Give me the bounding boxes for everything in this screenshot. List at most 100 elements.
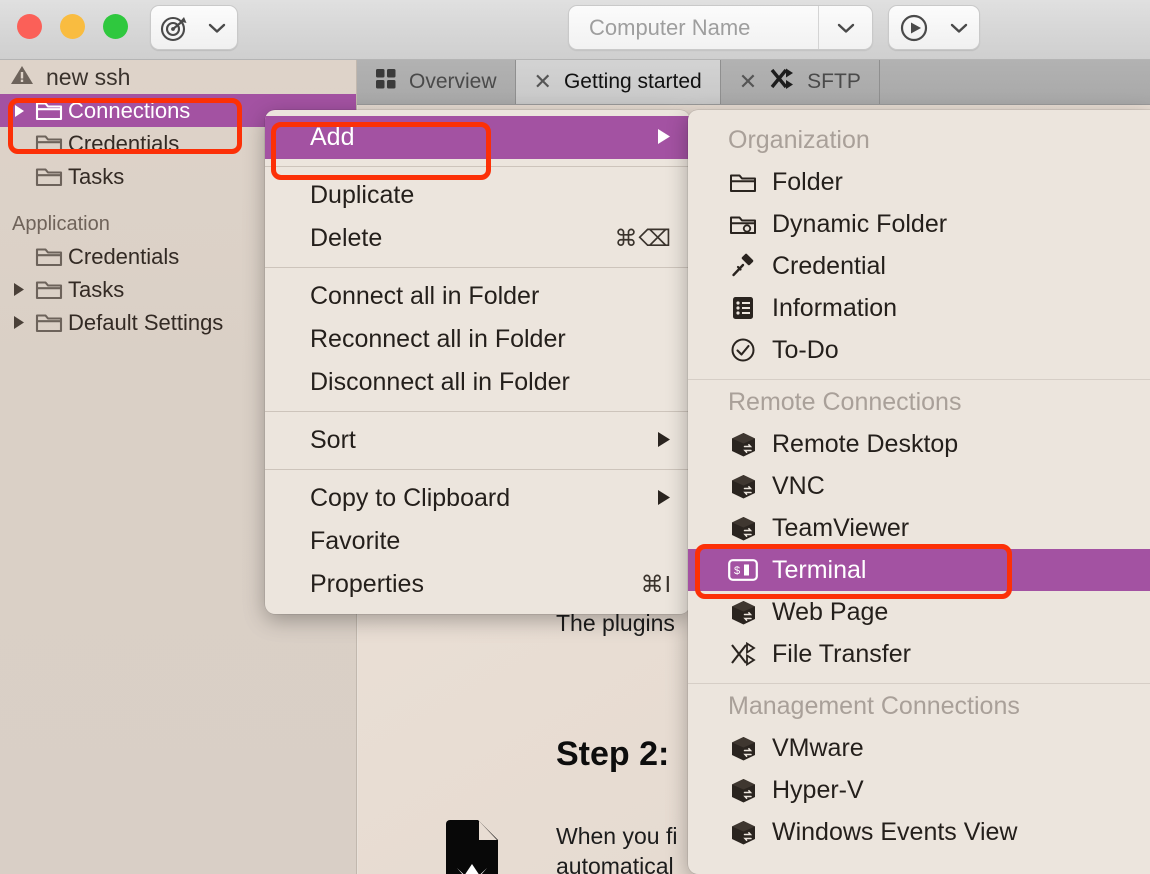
submenu-item-label: Terminal (772, 555, 867, 584)
title-bar: Computer Name (0, 0, 1150, 60)
close-icon[interactable]: ✕ (534, 71, 552, 93)
context-menu-item-label: Add (310, 123, 355, 151)
sidebar-item-label: Credentials (68, 130, 180, 156)
chevron-down-icon (198, 6, 237, 49)
submenu-item-label: VMware (772, 733, 864, 762)
submenu-item-to-do[interactable]: To-Do (688, 329, 1150, 371)
app-window: Computer Name new ssh Connections Creden… (0, 0, 1150, 874)
submenu-item-label: TeamViewer (772, 513, 910, 542)
submenu-item-credential[interactable]: Credential (688, 245, 1150, 287)
submenu-item-label: Web Page (772, 597, 889, 626)
submenu-item-vnc[interactable]: VNC (688, 465, 1150, 507)
context-menu-item-copy-to-clipboard[interactable]: Copy to Clipboard (265, 477, 690, 520)
information-icon (728, 295, 758, 321)
close-icon[interactable]: ✕ (739, 71, 757, 93)
grid-icon (375, 68, 397, 96)
computer-name-field[interactable]: Computer Name (568, 5, 873, 50)
folder-icon (728, 171, 758, 194)
submenu-separator (688, 379, 1150, 380)
submenu-item-label: File Transfer (772, 639, 911, 668)
submenu-section-header-remote: Remote Connections (728, 388, 962, 416)
cube-icon (728, 599, 758, 626)
submenu-separator (688, 683, 1150, 684)
context-menu-item-properties[interactable]: Properties ⌘I (265, 563, 690, 606)
close-button[interactable] (17, 14, 42, 39)
dynamic-folder-icon (728, 213, 758, 236)
play-circle-icon (889, 6, 939, 49)
submenu-item-label: Information (772, 293, 898, 322)
content-step-heading: Step 2: (556, 735, 670, 773)
minimize-button[interactable] (60, 14, 85, 39)
tab-label: Getting started (563, 70, 702, 93)
submenu-item-dynamic-folder[interactable]: Dynamic Folder (688, 203, 1150, 245)
folder-icon (30, 311, 68, 334)
tab-label: Overview (409, 70, 497, 93)
submenu-item-folder[interactable]: Folder (688, 161, 1150, 203)
context-menu-item-disconnect-all[interactable]: Disconnect all in Folder (265, 361, 690, 404)
connections-context-menu: Add Duplicate Delete ⌘⌫ Connect all in F… (265, 110, 690, 614)
zoom-button[interactable] (103, 14, 128, 39)
submenu-item-teamviewer[interactable]: TeamViewer (688, 507, 1150, 549)
submenu-item-label: Credential (772, 251, 886, 280)
warning-triangle-icon (10, 64, 34, 91)
disclosure-triangle-icon[interactable] (8, 315, 30, 330)
submenu-item-information[interactable]: Information (688, 287, 1150, 329)
submenu-item-label: Windows Events View (772, 817, 1018, 846)
add-submenu: Organization Folder Dynamic Folder Crede… (688, 110, 1150, 874)
context-menu-item-label: Favorite (310, 527, 401, 555)
svg-text:$: $ (734, 565, 740, 577)
run-dropdown-button[interactable] (888, 5, 980, 50)
submenu-item-vmware[interactable]: VMware (688, 727, 1150, 769)
computer-name-dropdown[interactable] (818, 6, 872, 49)
submenu-item-file-transfer[interactable]: File Transfer (688, 633, 1150, 675)
cube-icon (728, 735, 758, 762)
submenu-item-web-page[interactable]: Web Page (688, 591, 1150, 633)
submenu-item-remote-desktop[interactable]: Remote Desktop (688, 423, 1150, 465)
folder-icon (30, 245, 68, 268)
context-menu-item-label: Connect all in Folder (310, 282, 540, 310)
tab-sftp[interactable]: ✕ SFTP (721, 60, 880, 104)
submenu-item-label: Remote Desktop (772, 429, 959, 458)
submenu-section-header-organization: Organization (728, 126, 870, 154)
cube-icon (728, 473, 758, 500)
submenu-item-windows-events-view[interactable]: Windows Events View (688, 811, 1150, 853)
context-menu-item-shortcut: ⌘I (640, 571, 672, 597)
sidebar-item-label: Tasks (68, 276, 125, 302)
context-menu-item-delete[interactable]: Delete ⌘⌫ (265, 217, 690, 260)
context-menu-item-connect-all[interactable]: Connect all in Folder (265, 275, 690, 318)
tab-overview[interactable]: Overview (357, 60, 516, 104)
submenu-arrow-icon (656, 123, 672, 152)
submenu-section-header-management: Management Connections (728, 692, 1020, 720)
folder-icon (30, 165, 68, 188)
target-dropdown-button[interactable] (150, 5, 238, 50)
context-menu-item-label: Disconnect all in Folder (310, 368, 570, 396)
computer-name-placeholder: Computer Name (589, 14, 751, 40)
context-menu-item-reconnect-all[interactable]: Reconnect all in Folder (265, 318, 690, 361)
disclosure-triangle-icon[interactable] (8, 282, 30, 297)
context-menu-item-sort[interactable]: Sort (265, 419, 690, 462)
submenu-item-hyper-v[interactable]: Hyper-V (688, 769, 1150, 811)
context-menu-item-label: Duplicate (310, 181, 415, 209)
tab-label: SFTP (807, 70, 861, 93)
submenu-item-label: VNC (772, 471, 825, 500)
context-menu-item-favorite[interactable]: Favorite (265, 520, 690, 563)
transfer-icon (728, 641, 758, 667)
menu-separator (265, 469, 690, 470)
context-menu-item-label: Sort (310, 426, 356, 454)
transfer-icon (769, 67, 795, 97)
submenu-item-label: Dynamic Folder (772, 209, 948, 238)
cube-icon (728, 431, 758, 458)
context-menu-item-duplicate[interactable]: Duplicate (265, 174, 690, 217)
sidebar-item-label: Connections (68, 97, 191, 123)
content-fragment-plugins: The plugins (556, 610, 675, 636)
context-menu-item-label: Properties (310, 570, 424, 598)
cube-icon (728, 777, 758, 804)
cube-icon (728, 819, 758, 846)
tab-getting-started[interactable]: ✕ Getting started (515, 60, 721, 104)
disclosure-triangle-icon[interactable] (8, 104, 30, 118)
sidebar-item-label: Credentials (68, 243, 180, 269)
submenu-item-terminal[interactable]: $ Terminal (688, 549, 1150, 591)
sidebar-item-label: Default Settings (68, 309, 224, 335)
context-menu-item-add[interactable]: Add (265, 116, 690, 159)
context-menu-item-label: Reconnect all in Folder (310, 325, 566, 353)
